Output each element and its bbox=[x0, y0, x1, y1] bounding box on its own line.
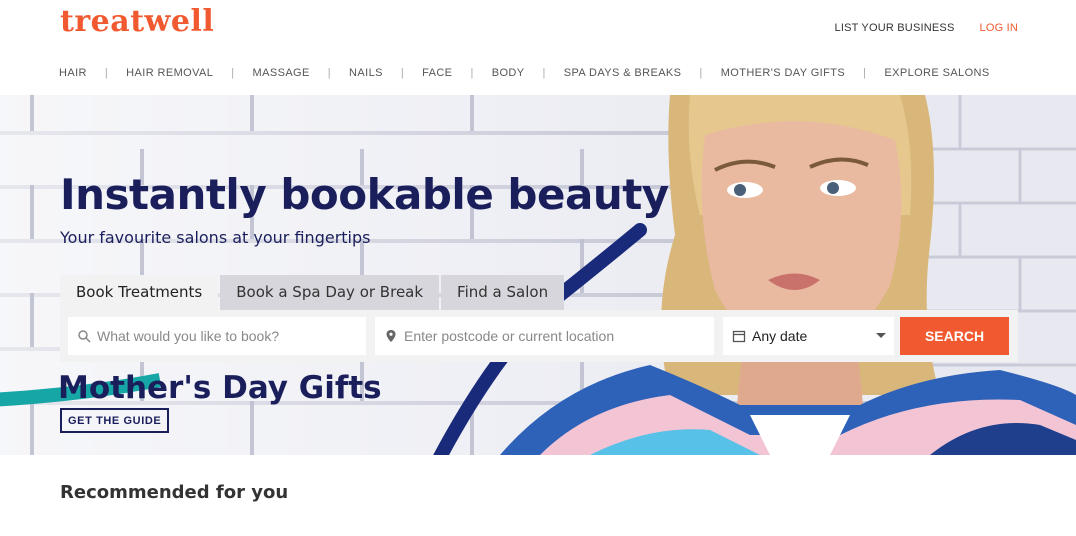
nav-separator: | bbox=[470, 67, 474, 79]
search-bar: What would you like to book? Enter postc… bbox=[60, 310, 1018, 362]
nav-item-explore-salons[interactable]: EXPLORE SALONS bbox=[884, 67, 989, 79]
nav-separator: | bbox=[542, 67, 546, 79]
get-the-guide-button[interactable]: GET THE GUIDE bbox=[60, 408, 170, 433]
login-link[interactable]: LOG IN bbox=[980, 22, 1019, 34]
tab-book-treatments[interactable]: Book Treatments bbox=[60, 275, 219, 310]
nav-separator: | bbox=[699, 67, 703, 79]
hero-portrait-image bbox=[500, 95, 1076, 455]
location-placeholder: Enter postcode or current location bbox=[404, 328, 615, 344]
nav-item-face[interactable]: FACE bbox=[422, 67, 452, 79]
nav-separator: | bbox=[104, 67, 109, 79]
location-pin-icon bbox=[386, 330, 396, 342]
nav-item-massage[interactable]: MASSAGE bbox=[253, 67, 310, 79]
nav-item-hair-removal[interactable]: HAIR REMOVAL bbox=[126, 67, 213, 79]
hero-subhead: Your favourite salons at your fingertips bbox=[60, 228, 371, 247]
treatment-search-placeholder: What would you like to book? bbox=[97, 328, 280, 344]
nav-separator: | bbox=[863, 67, 867, 79]
search-button[interactable]: SEARCH bbox=[900, 317, 1009, 355]
tab-find-salon[interactable]: Find a Salon bbox=[441, 275, 565, 310]
top-links: LIST YOUR BUSINESS LOG IN bbox=[835, 22, 1018, 34]
nav-item-body[interactable]: BODY bbox=[492, 67, 525, 79]
nav-separator: | bbox=[400, 67, 405, 79]
tab-book-spa-day[interactable]: Book a Spa Day or Break bbox=[220, 275, 440, 310]
treatwell-logo[interactable]: treatwell bbox=[60, 4, 214, 39]
list-your-business-link[interactable]: LIST YOUR BUSINESS bbox=[835, 22, 955, 34]
date-value: Any date bbox=[752, 328, 808, 344]
chevron-down-icon bbox=[876, 333, 886, 338]
promo-title: Mother's Day Gifts bbox=[58, 370, 382, 406]
hero-headline: Instantly bookable beauty bbox=[60, 170, 669, 219]
location-input[interactable]: Enter postcode or current location bbox=[375, 317, 714, 355]
date-select[interactable]: Any date bbox=[723, 317, 894, 355]
recommended-section-title: Recommended for you bbox=[60, 482, 289, 503]
hero-banner: Instantly bookable beauty Your favourite… bbox=[0, 95, 1076, 455]
nav-separator: | bbox=[327, 67, 332, 79]
nav-item-nails[interactable]: NAILS bbox=[349, 67, 383, 79]
search-icon bbox=[78, 330, 91, 343]
nav-item-spa-days[interactable]: SPA DAYS & BREAKS bbox=[564, 67, 682, 79]
nav-item-mothers-day-gifts[interactable]: MOTHER'S DAY GIFTS bbox=[721, 67, 845, 79]
nav-item-hair[interactable]: HAIR bbox=[59, 67, 87, 79]
nav-separator: | bbox=[231, 67, 235, 79]
calendar-icon bbox=[732, 330, 746, 343]
treatment-search-input[interactable]: What would you like to book? bbox=[68, 317, 366, 355]
search-tabs: Book Treatments Book a Spa Day or Break … bbox=[60, 275, 565, 310]
category-nav: HAIR | HAIR REMOVAL | MASSAGE | NAILS | … bbox=[59, 67, 990, 79]
